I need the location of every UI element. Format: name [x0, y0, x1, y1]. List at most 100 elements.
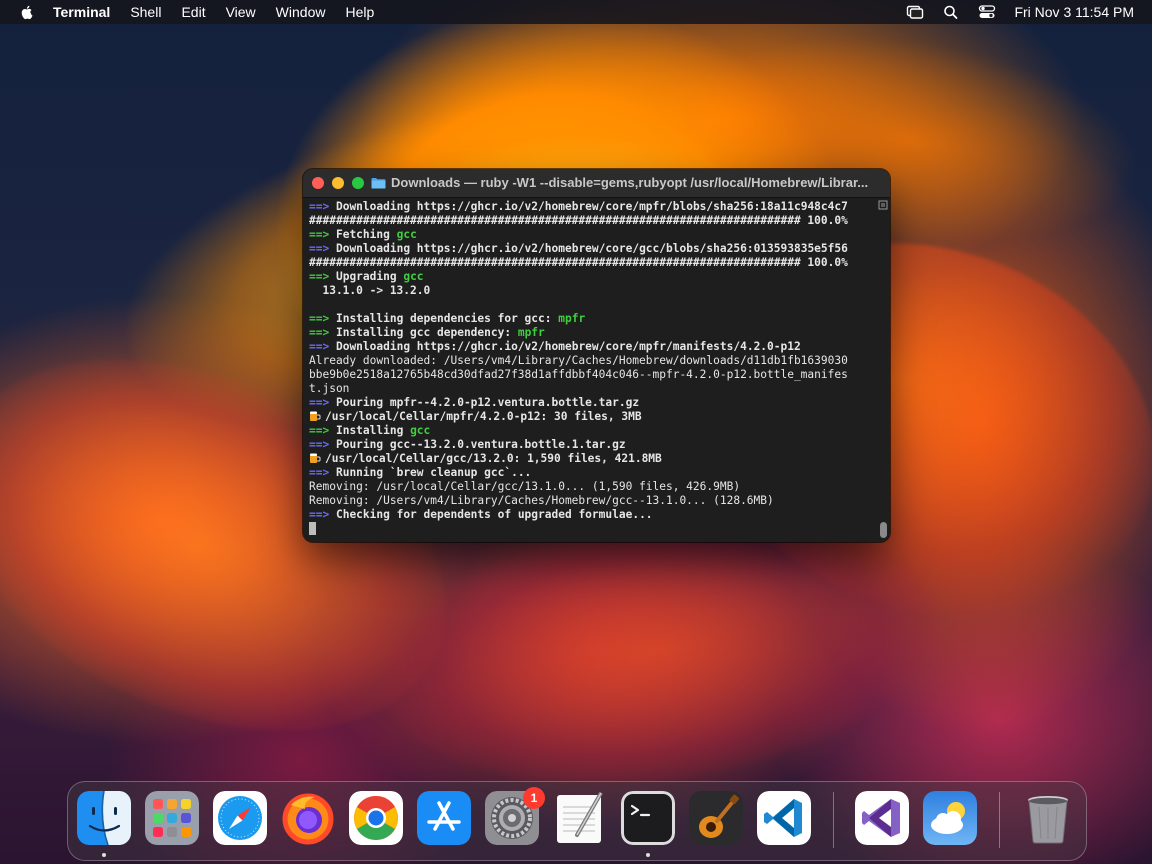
terminal-line: ==> Installing gcc [309, 424, 874, 438]
terminal-line: 13.1.0 -> 13.2.0 [309, 284, 874, 298]
terminal-line-text: Already downloaded: /Users/vm4/Library/C… [309, 354, 848, 367]
menu-view[interactable]: View [226, 0, 256, 24]
prompt-arrow: ==> [309, 340, 330, 353]
vscode-icon [757, 791, 811, 845]
minimize-button[interactable] [332, 177, 344, 189]
dock-app-safari[interactable] [213, 791, 267, 845]
terminal-line-text: Downloading https://ghcr.io/v2/homebrew/… [335, 340, 801, 353]
dock-app-chrome[interactable] [349, 791, 403, 845]
terminal-line-text: Removing: /Users/vm4/Library/Caches/Home… [309, 494, 774, 507]
close-button[interactable] [312, 177, 324, 189]
textedit-icon [557, 791, 603, 843]
prompt-arrow: ==> [309, 228, 330, 241]
terminal-output[interactable]: ==> Downloading https://ghcr.io/v2/homeb… [309, 200, 874, 542]
terminal-line: ==> Pouring mpfr--4.2.0-p12.ventura.bott… [309, 396, 874, 410]
scrollbar-top-icon [878, 200, 888, 210]
terminal-line-text: /usr/local/Cellar/mpfr/4.2.0-p12: 30 fil… [325, 410, 642, 423]
menu-bar: Terminal Shell Edit View Window Help Fri… [0, 0, 1152, 24]
dock-app-weather[interactable] [923, 791, 977, 845]
dock-app-trash[interactable] [1021, 791, 1075, 845]
terminal-line: ==> Fetching gcc [309, 228, 874, 242]
weather-icon [923, 791, 977, 845]
terminal-line: Removing: /Users/vm4/Library/Caches/Home… [309, 494, 874, 508]
beer-mug-icon [310, 453, 321, 463]
terminal-line: ==> Installing dependencies for gcc: mpf… [309, 312, 874, 326]
terminal-icon [621, 791, 675, 845]
menu-shell[interactable]: Shell [130, 0, 161, 24]
terminal-line-text: Upgrading [335, 270, 404, 283]
package-name: gcc [396, 228, 417, 241]
running-indicator [102, 853, 106, 857]
terminal-line-text: /usr/local/Cellar/gcc/13.2.0: 1,590 file… [325, 452, 662, 465]
dock-app-textedit[interactable] [553, 791, 607, 845]
terminal-line-text: Installing dependencies for gcc: [335, 312, 559, 325]
prompt-arrow: ==> [309, 396, 330, 409]
search-icon[interactable] [942, 4, 960, 20]
package-name: gcc [403, 270, 424, 283]
terminal-line: ==> Downloading https://ghcr.io/v2/homeb… [309, 200, 874, 214]
terminal-line: ==> Installing gcc dependency: mpfr [309, 326, 874, 340]
menu-edit[interactable]: Edit [181, 0, 205, 24]
control-center-icon[interactable] [978, 4, 996, 20]
screen-mirroring-icon[interactable] [906, 4, 924, 20]
finder-icon [77, 791, 131, 845]
prompt-arrow: ==> [309, 326, 330, 339]
dock-app-terminal[interactable] [621, 791, 675, 845]
terminal-line: ==> Pouring gcc--13.2.0.ventura.bottle.1… [309, 438, 874, 452]
terminal-window: Downloads — ruby -W1 --disable=gems,ruby… [303, 169, 890, 542]
visual-studio-icon [855, 791, 909, 845]
zoom-button[interactable] [352, 177, 364, 189]
terminal-line-text: Installing gcc dependency: [335, 326, 518, 339]
package-name: mpfr [558, 312, 586, 325]
menu-bar-extras: Fri Nov 3 11:54 PM [888, 0, 1134, 24]
safari-icon [213, 791, 267, 845]
terminal-line: /usr/local/Cellar/mpfr/4.2.0-p12: 30 fil… [309, 410, 874, 424]
dock-app-launchpad[interactable] [145, 791, 199, 845]
dock-app-visual-studio[interactable] [855, 791, 909, 845]
trash-icon [1028, 796, 1068, 844]
launchpad-icon [145, 791, 199, 845]
prompt-arrow: ==> [309, 466, 330, 479]
terminal-line-text: Fetching [335, 228, 397, 241]
menu-help[interactable]: Help [345, 0, 374, 24]
terminal-line: ==> Running `brew cleanup gcc`... [309, 466, 874, 480]
terminal-line-text: Checking for dependents of upgraded form… [335, 508, 653, 521]
package-name: gcc [410, 424, 431, 437]
dock-app-app-store[interactable] [417, 791, 471, 845]
dock-separator [999, 792, 1000, 848]
dock-app-vscode[interactable] [757, 791, 811, 845]
menu-bar-clock[interactable]: Fri Nov 3 11:54 PM [1014, 4, 1134, 20]
dock-app-firefox[interactable] [281, 791, 335, 845]
terminal-line-text: Installing [335, 424, 411, 437]
prompt-arrow: ==> [309, 424, 330, 437]
terminal-line-text: Removing: /usr/local/Cellar/gcc/13.1.0..… [309, 480, 741, 493]
terminal-line: ==> Downloading https://ghcr.io/v2/homeb… [309, 242, 874, 256]
terminal-line-text: Running `brew cleanup gcc`... [335, 466, 532, 479]
apple-menu-icon[interactable] [19, 4, 35, 20]
prompt-arrow: ==> [309, 508, 330, 521]
terminal-line: ########################################… [309, 256, 874, 270]
garageband-icon [689, 791, 743, 845]
terminal-line-text: 13.1.0 -> 13.2.0 [309, 284, 431, 297]
dock-app-garageband[interactable] [689, 791, 743, 845]
terminal-line: ==> Checking for dependents of upgraded … [309, 508, 874, 522]
terminal-line-text: ########################################… [309, 256, 848, 269]
window-titlebar[interactable]: Downloads — ruby -W1 --disable=gems,ruby… [303, 169, 890, 198]
menu-window[interactable]: Window [276, 0, 326, 24]
terminal-line [309, 522, 874, 536]
scrollbar-thumb[interactable] [880, 522, 887, 538]
terminal-line: bbe9b0e2518a12765b48cd30dfad27f38d1affdb… [309, 368, 874, 382]
prompt-arrow: ==> [309, 270, 330, 283]
terminal-line-text: Pouring gcc--13.2.0.ventura.bottle.1.tar… [335, 438, 626, 451]
beer-mug-icon [310, 411, 321, 421]
terminal-line: Removing: /usr/local/Cellar/gcc/13.1.0..… [309, 480, 874, 494]
terminal-line-text: Pouring mpfr--4.2.0-p12.ventura.bottle.t… [335, 396, 640, 409]
terminal-line-text: Downloading https://ghcr.io/v2/homebrew/… [335, 200, 848, 213]
terminal-line-text: Downloading https://ghcr.io/v2/homebrew/… [335, 242, 848, 255]
terminal-line: ==> Upgrading gcc [309, 270, 874, 284]
menu-app-name[interactable]: Terminal [53, 0, 110, 24]
terminal-line: /usr/local/Cellar/gcc/13.2.0: 1,590 file… [309, 452, 874, 466]
dock-app-finder[interactable] [77, 791, 131, 845]
prompt-arrow: ==> [309, 242, 330, 255]
